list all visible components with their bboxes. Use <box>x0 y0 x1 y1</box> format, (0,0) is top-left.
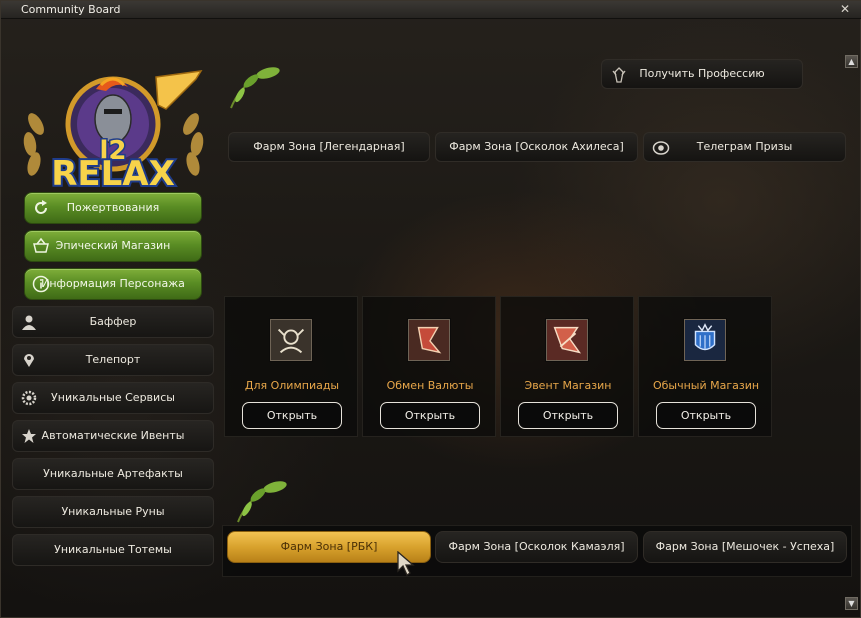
shop-currency-open-button[interactable]: Открыть <box>380 402 480 429</box>
farm-pouch-button[interactable]: Фарм Зона [Мешочек - Успеха] <box>643 531 847 563</box>
farm-legendary-button[interactable]: Фарм Зона [Легендарная] <box>228 132 430 162</box>
leaf-decoration-top <box>230 67 280 109</box>
farm-legendary-label: Фарм Зона [Легендарная] <box>253 140 405 153</box>
farm-pouch-label: Фарм Зона [Мешочек - Успеха] <box>655 540 835 553</box>
menu-epic-shop-label: Эпический Магазин <box>55 239 171 252</box>
shop-card-olympiad: Для Олимпиады Открыть <box>224 296 358 437</box>
menu-auto-events-button[interactable]: Автоматические Ивенты <box>12 420 214 452</box>
mouse-cursor-icon <box>397 551 415 576</box>
farm-kamael-label: Фарм Зона [Осколок Камаэля] <box>448 540 625 553</box>
telegram-eye-icon <box>652 141 670 155</box>
shop-event-open-button[interactable]: Открыть <box>518 402 618 429</box>
gear-icon <box>21 390 37 406</box>
shop-card-event: Эвент Магазин Открыть <box>500 296 634 437</box>
window-title: Community Board <box>21 3 121 16</box>
menu-unique-totems-button[interactable]: Уникальные Тотемы <box>12 534 214 566</box>
farm-achilles-label: Фарм Зона [Осколок Ахилеса] <box>449 140 624 153</box>
logo-wordmark: RELAX <box>51 154 175 194</box>
get-profession-label: Получить Профессию <box>639 67 765 80</box>
menu-auto-events-label: Автоматические Ивенты <box>41 429 185 442</box>
shop-card-regular: Обычный Магазин Открыть <box>638 296 772 437</box>
scroll-up-button[interactable]: ▲ <box>845 55 858 68</box>
close-icon[interactable]: ✕ <box>838 2 852 16</box>
menu-character-info-button[interactable]: Информация Персонажа <box>24 268 202 300</box>
basket-icon <box>33 237 49 253</box>
menu-unique-services-button[interactable]: Уникальные Сервисы <box>12 382 214 414</box>
menu-unique-totems-label: Уникальные Тотемы <box>54 543 172 556</box>
refresh-icon <box>35 200 47 214</box>
profession-crest-icon <box>612 67 626 83</box>
community-board-window: Community Board ✕ ▲ ▼ l2 RELAX Пожертвов… <box>0 0 861 618</box>
info-icon <box>32 275 50 293</box>
shop-olympiad-open-button[interactable]: Открыть <box>242 402 342 429</box>
shop-currency-label: Обмен Валюты <box>386 379 474 392</box>
location-pin-icon <box>24 354 34 367</box>
scroll-down-button[interactable]: ▼ <box>845 597 858 610</box>
menu-teleport-label: Телепорт <box>85 353 141 366</box>
leaf-decoration-bottom <box>237 481 287 523</box>
menu-buffer-label: Баффер <box>89 315 137 328</box>
shop-event-label: Эвент Магазин <box>524 379 612 392</box>
event-shop-icon <box>546 319 588 361</box>
telegram-prizes-label: Телеграм Призы <box>696 140 793 153</box>
menu-unique-runes-label: Уникальные Руны <box>61 505 165 518</box>
farm-kamael-button[interactable]: Фарм Зона [Осколок Камаэля] <box>435 531 638 563</box>
shop-card-currency-exchange: Обмен Валюты Открыть <box>362 296 496 437</box>
menu-donations-label: Пожертвования <box>66 201 160 214</box>
farm-achilles-button[interactable]: Фарм Зона [Осколок Ахилеса] <box>435 132 638 162</box>
menu-donations-button[interactable]: Пожертвования <box>24 192 202 224</box>
menu-unique-artifacts-label: Уникальные Артефакты <box>43 467 183 480</box>
shop-olympiad-label: Для Олимпиады <box>244 379 340 392</box>
currency-exchange-icon <box>408 319 450 361</box>
shop-crest-icon <box>684 319 726 361</box>
menu-unique-services-label: Уникальные Сервисы <box>51 391 175 404</box>
get-profession-button[interactable]: Получить Профессию <box>601 59 803 89</box>
menu-teleport-button[interactable]: Телепорт <box>12 344 214 376</box>
shop-regular-label: Обычный Магазин <box>652 379 760 392</box>
l2-relax-logo: l2 RELAX <box>23 70 204 194</box>
farm-rbk-label: Фарм Зона [РБК] <box>280 540 378 553</box>
menu-unique-runes-button[interactable]: Уникальные Руны <box>12 496 214 528</box>
star-icon <box>22 429 36 443</box>
menu-buffer-button[interactable]: Баффер <box>12 306 214 338</box>
shop-regular-open-button[interactable]: Открыть <box>656 402 756 429</box>
menu-character-info-label: Информация Персонажа <box>41 277 185 290</box>
telegram-prizes-button[interactable]: Телеграм Призы <box>643 132 846 162</box>
menu-unique-artifacts-button[interactable]: Уникальные Артефакты <box>12 458 214 490</box>
person-icon <box>22 315 36 330</box>
title-bar[interactable]: Community Board ✕ <box>1 1 861 19</box>
menu-epic-shop-button[interactable]: Эпический Магазин <box>24 230 202 262</box>
olympiad-crest-icon <box>270 319 312 361</box>
